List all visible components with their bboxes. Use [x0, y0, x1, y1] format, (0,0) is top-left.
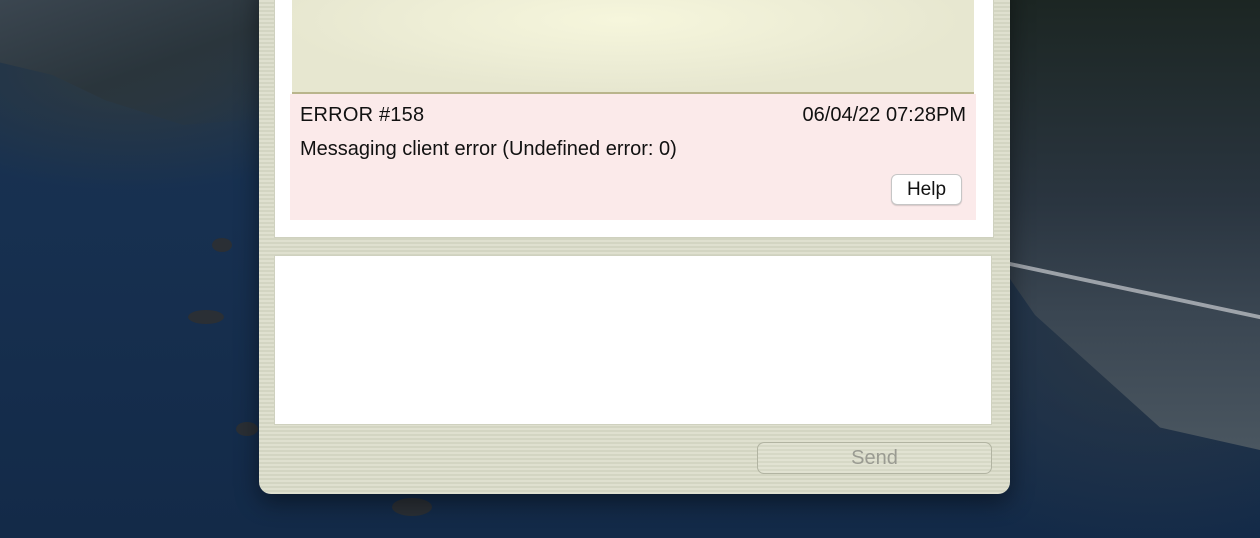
error-timestamp: 06/04/22 07:28PM: [802, 104, 966, 126]
wallpaper-rock: [392, 498, 432, 516]
error-box: ERROR #158 06/04/22 07:28PM Messaging cl…: [290, 94, 976, 220]
wallpaper-rock: [212, 238, 232, 252]
compose-input[interactable]: [275, 256, 991, 424]
wallpaper-cliff-left: [0, 0, 262, 125]
error-message: Messaging client error (Undefined error:…: [300, 138, 677, 160]
send-button[interactable]: Send: [757, 442, 992, 474]
error-title: ERROR #158: [300, 104, 425, 126]
message-preview-area: [292, 0, 974, 94]
help-button[interactable]: Help: [891, 174, 962, 205]
wallpaper-rock: [236, 422, 258, 436]
compose-area: [274, 255, 992, 425]
messaging-window: ERROR #158 06/04/22 07:28PM Messaging cl…: [259, 0, 1010, 494]
wallpaper-rock: [188, 310, 224, 324]
wallpaper-cliff-right: [1010, 0, 1260, 450]
message-panel: ERROR #158 06/04/22 07:28PM Messaging cl…: [274, 0, 994, 238]
